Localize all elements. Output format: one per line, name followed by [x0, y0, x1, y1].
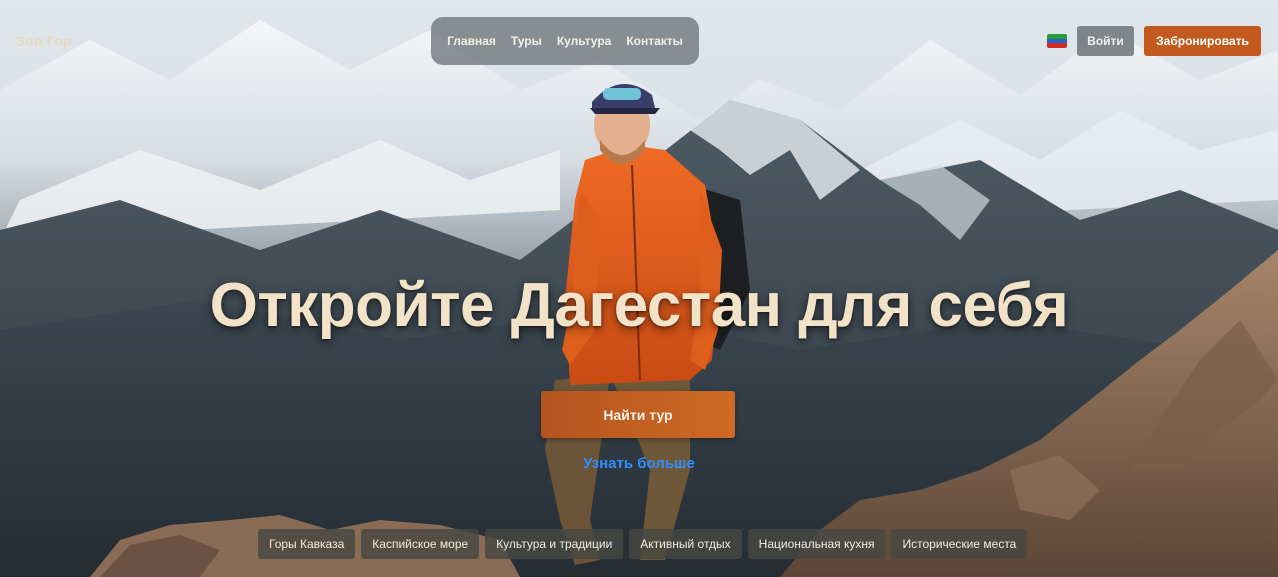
learn-more-label: Узнать больше: [583, 455, 695, 472]
chip-culture-traditions[interactable]: Культура и традиции: [485, 529, 624, 559]
chip-active-recreation[interactable]: Активный отдых: [629, 529, 742, 559]
nav-link-tours[interactable]: Туры: [511, 34, 542, 48]
chip-caspian-sea[interactable]: Каспийское море: [361, 529, 480, 559]
flag-stripe-red: [1047, 43, 1067, 48]
category-chips: Горы Кавказа Каспийское море Культура и …: [258, 529, 1028, 559]
learn-more-link[interactable]: Узнать больше: [0, 455, 1278, 472]
chip-historic-places[interactable]: Исторические места: [891, 529, 1028, 559]
site-logo[interactable]: Зов Гор: [16, 33, 72, 49]
nav-link-contacts[interactable]: Контакты: [626, 34, 683, 48]
chip-caucasus-mountains[interactable]: Горы Кавказа: [258, 529, 356, 559]
nav-link-culture[interactable]: Культура: [557, 34, 611, 48]
nav-link-home[interactable]: Главная: [447, 34, 496, 48]
login-button[interactable]: Войти: [1077, 26, 1134, 56]
hero-title: Откройте Дагестан для себя: [209, 271, 1069, 340]
book-button[interactable]: Забронировать: [1144, 26, 1261, 56]
find-tour-button[interactable]: Найти тур: [541, 391, 735, 438]
main-nav: Главная Туры Культура Контакты: [431, 17, 699, 65]
dagestan-flag-icon[interactable]: [1047, 34, 1067, 48]
chip-national-cuisine[interactable]: Национальная кухня: [747, 529, 886, 559]
